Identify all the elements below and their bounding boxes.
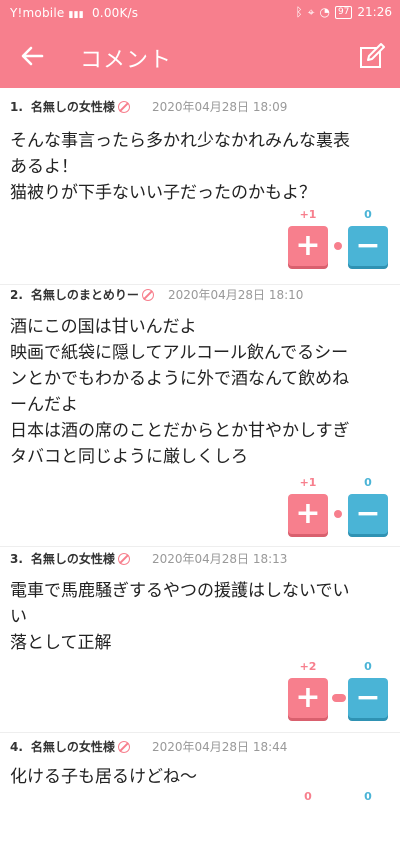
battery-icon: 97: [334, 5, 353, 19]
comment-author: 名無しの女性様: [30, 740, 115, 754]
page-title: コメント: [80, 48, 173, 73]
plus-count: +2: [299, 660, 317, 673]
bluetooth-icon: ᛒ: [295, 5, 303, 19]
network-speed: 0.00K/s: [91, 6, 139, 20]
comment-author: 名無しのまとめりー: [30, 288, 139, 302]
comment-date: 2020年04月28日 18:10: [167, 288, 304, 302]
edit-icon[interactable]: [358, 42, 386, 70]
downvote-button[interactable]: −: [348, 226, 388, 266]
app-bar: コメント: [0, 28, 400, 88]
vote-ratio-indicator: [334, 510, 342, 518]
downvote-button[interactable]: −: [348, 494, 388, 534]
back-arrow-icon[interactable]: [18, 42, 46, 70]
minus-count: 0: [364, 208, 372, 221]
upvote-button[interactable]: +: [288, 494, 328, 534]
upvote-button[interactable]: +: [288, 226, 328, 266]
vote-group: +1 0 + −: [288, 208, 388, 278]
status-left: Y!mobile ▮▮▮ 0.00K/s: [10, 6, 138, 20]
upvote-button[interactable]: +: [288, 678, 328, 718]
block-icon[interactable]: [117, 100, 130, 113]
vote-ratio-indicator: [334, 242, 342, 250]
location-icon: ⌖: [307, 5, 315, 19]
comment-text: 電車で馬鹿騒ぎするやつの援護はしないでい い 落として正解: [10, 581, 350, 653]
comment-number: 2.: [10, 287, 23, 302]
comment-text: 酒にこの国は甘いんだよ 映画で紙袋に隠してアルコール飲んでるシー ンとかでもわか…: [10, 317, 350, 467]
minus-count: 0: [364, 790, 372, 803]
status-right: ᛒ ⌖ ◔ 97 21:26: [296, 5, 393, 19]
comment-date: 2020年04月28日 18:13: [151, 552, 288, 566]
comment-text: 化ける子も居るけどね〜: [10, 767, 197, 787]
wifi-icon: ◔: [319, 5, 330, 19]
divider: [0, 284, 400, 285]
block-icon[interactable]: [117, 552, 130, 565]
vote-group: 0 0: [288, 790, 388, 860]
comment-author: 名無しの女性様: [30, 552, 115, 566]
plus-count: +1: [299, 476, 317, 489]
carrier-label: Y!mobile: [10, 6, 65, 20]
block-icon[interactable]: [117, 740, 130, 753]
status-bar: Y!mobile ▮▮▮ 0.00K/s ᛒ ⌖ ◔ 97 21:26: [0, 0, 400, 28]
comment-meta: 3. 名無しの女性様 2020年04月28日 18:13: [10, 550, 287, 567]
comment-meta: 4. 名無しの女性様 2020年04月28日 18:44: [10, 738, 287, 755]
comment-text: そんな事言ったら多かれ少なかれみんな裏表 あるよ！ 猫被りが下手ないい子だったの…: [10, 131, 350, 203]
comment-number: 3.: [10, 551, 23, 566]
clock: 21:26: [357, 5, 392, 19]
comment-date: 2020年04月28日 18:44: [151, 740, 288, 754]
divider: [0, 732, 400, 733]
downvote-button[interactable]: −: [348, 678, 388, 718]
vote-group: +2 0 + −: [288, 660, 388, 730]
plus-count: +1: [299, 208, 317, 221]
vote-ratio-indicator: [332, 694, 346, 702]
signal-icon: ▮▮▮: [68, 10, 84, 20]
comment-number: 4.: [10, 739, 23, 754]
comment-meta: 1. 名無しの女性様 2020年04月28日 18:09: [10, 98, 287, 115]
comment-date: 2020年04月28日 18:09: [151, 100, 288, 114]
divider: [0, 546, 400, 547]
block-icon[interactable]: [141, 288, 154, 301]
comment-number: 1.: [10, 99, 23, 114]
minus-count: 0: [364, 476, 372, 489]
comment-meta: 2. 名無しのまとめりー 2020年04月28日 18:10: [10, 286, 303, 303]
comment-author: 名無しの女性様: [30, 100, 115, 114]
vote-group: +1 0 + −: [288, 476, 388, 546]
plus-count: 0: [304, 790, 312, 803]
minus-count: 0: [364, 660, 372, 673]
